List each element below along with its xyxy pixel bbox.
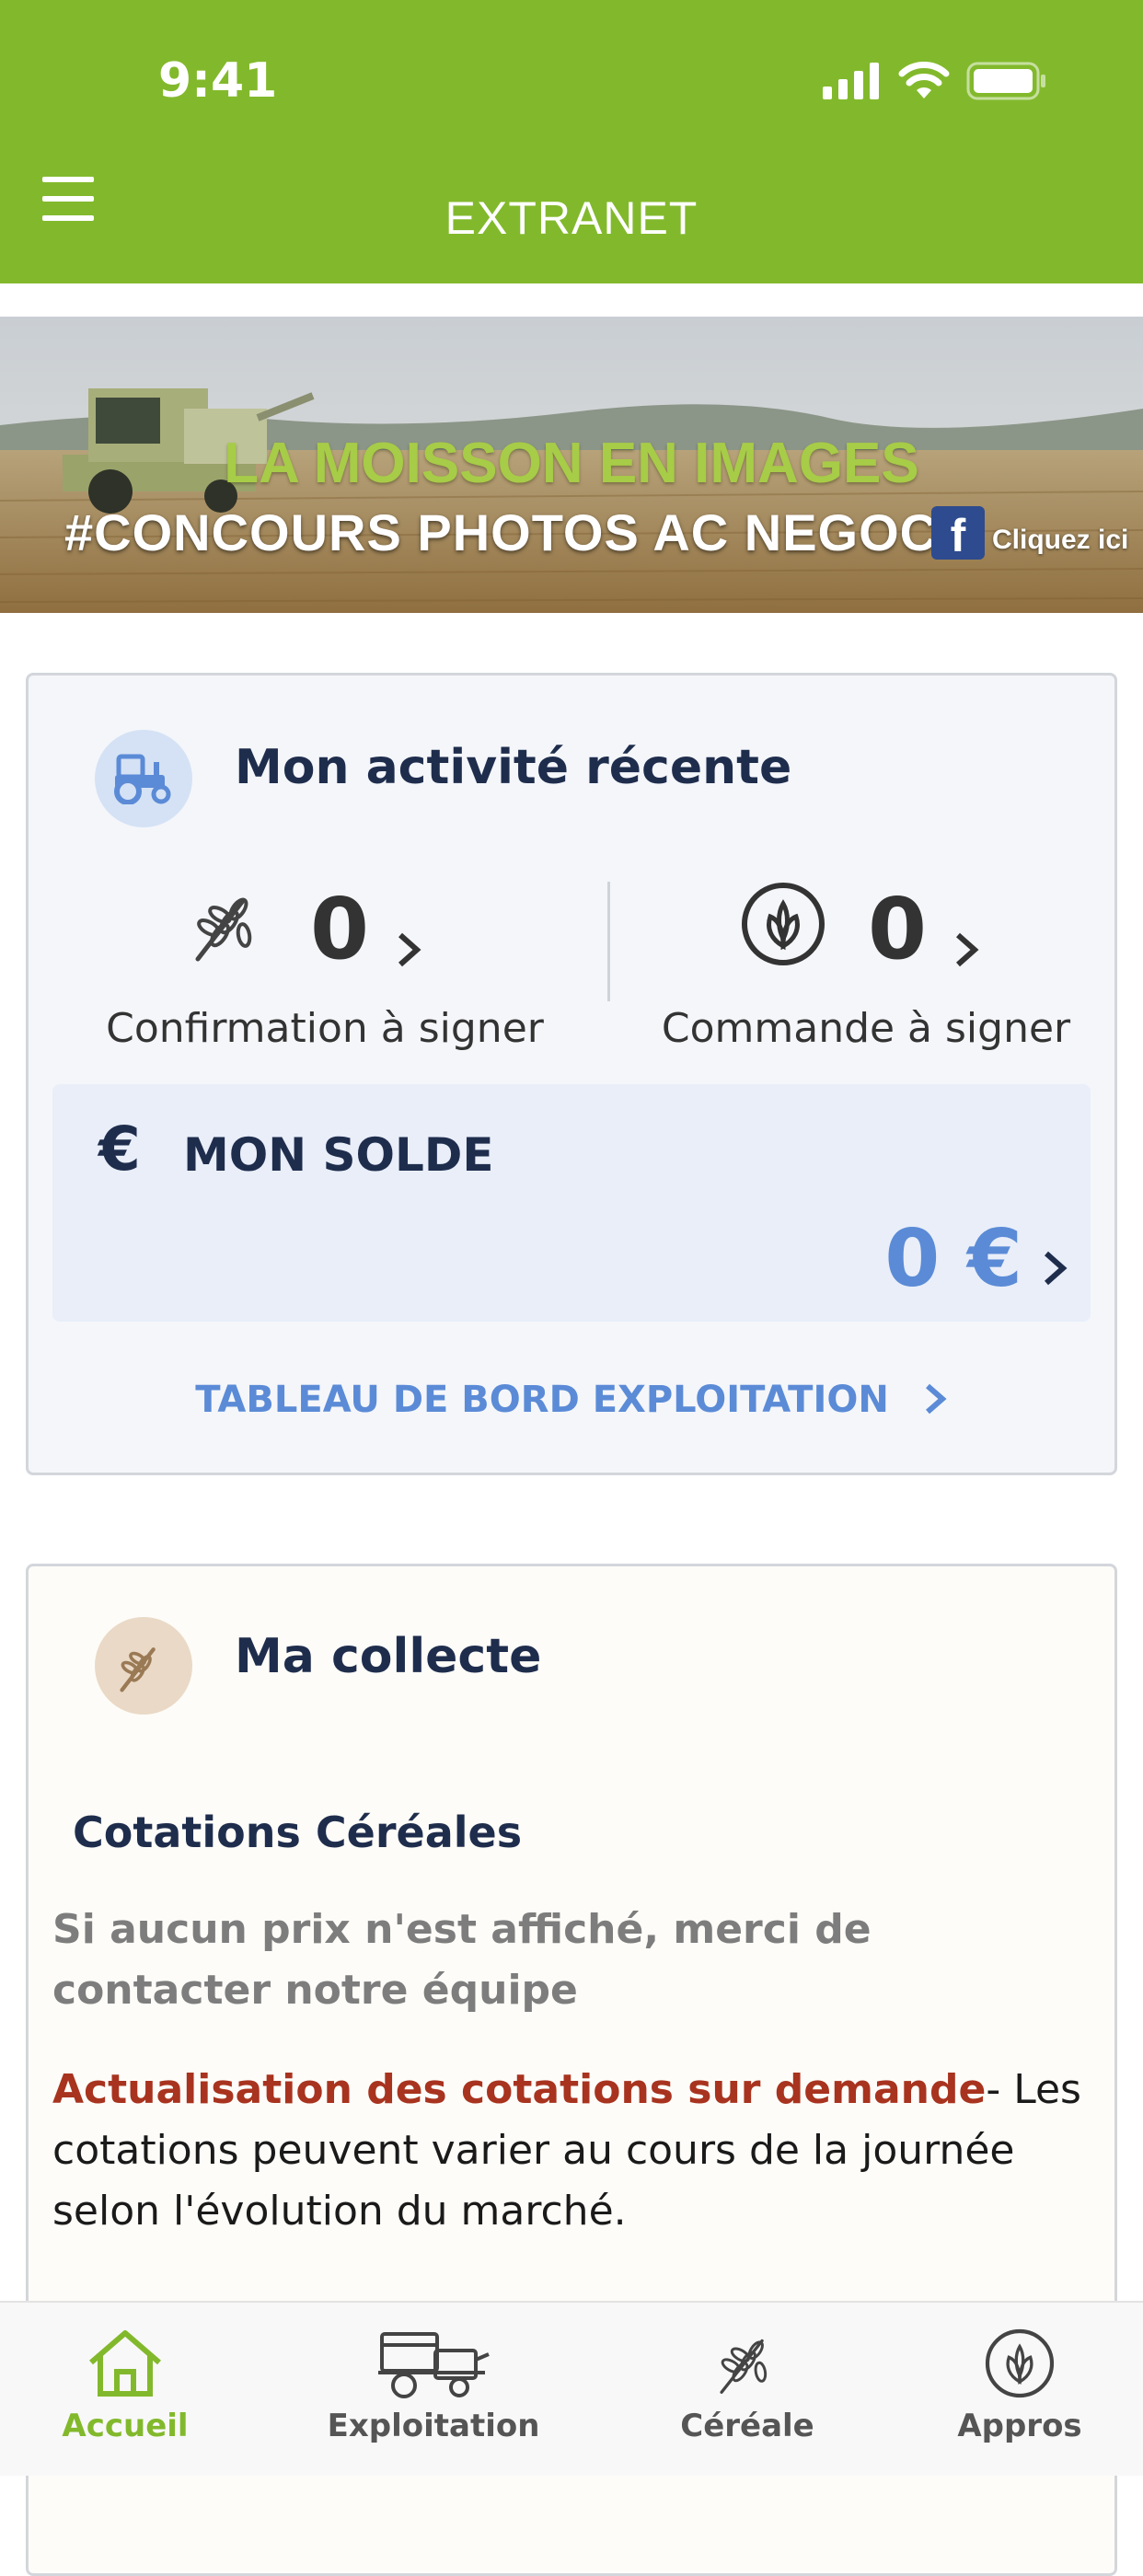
signal-icon: [823, 63, 879, 99]
chevron-right-icon[interactable]: [393, 930, 424, 970]
wheat-icon: [95, 1617, 192, 1715]
balance-panel[interactable]: € MON SOLDE 0 €: [52, 1084, 1091, 1322]
status-icons: [823, 61, 1047, 101]
home-icon: [86, 2327, 165, 2400]
cotations-title: Cotations Céréales: [73, 1808, 523, 1857]
euro-icon: €: [98, 1114, 141, 1184]
banner-title: LA MOISSON EN IMAGES: [224, 432, 919, 495]
commande-label: Commande à signer: [661, 1005, 1071, 1052]
tractor-icon: [95, 730, 192, 827]
chevron-right-icon[interactable]: [1039, 1248, 1070, 1288]
balance-value: 0 €: [884, 1213, 1022, 1305]
collecte-title: Ma collecte: [235, 1629, 542, 1684]
tab-appros[interactable]: Appros: [937, 2303, 1103, 2476]
sprout-icon: [742, 883, 825, 965]
harvester-icon: [376, 2327, 491, 2400]
tab-label: Accueil: [62, 2408, 189, 2444]
battery-icon: [966, 62, 1045, 100]
promo-banner[interactable]: LA MOISSON EN IMAGES #CONCOURS PHOTOS AC…: [0, 317, 1143, 613]
confirmation-count[interactable]: 0: [310, 880, 369, 978]
facebook-icon: f: [931, 506, 985, 561]
wheat-icon: [712, 2327, 782, 2400]
banner-cta[interactable]: Cliquez ici: [992, 525, 1128, 556]
wheat-icon: [195, 897, 252, 962]
sprout-icon: [983, 2327, 1056, 2400]
dashboard-link[interactable]: TABLEAU DE BORD EXPLOITATION: [29, 1379, 1114, 1421]
confirmation-label: Confirmation à signer: [106, 1005, 544, 1052]
tab-label: Exploitation: [327, 2408, 540, 2444]
wifi-icon: [898, 62, 950, 98]
chevron-right-icon[interactable]: [951, 930, 982, 970]
activity-card: Mon activité récente 0 Confirmation à si…: [26, 673, 1117, 1475]
cotations-info: Actualisation des cotations sur demande-…: [52, 2060, 1102, 2242]
cotations-highlight: Actualisation des cotations sur demande: [52, 2066, 987, 2113]
tab-exploitation[interactable]: Exploitation: [328, 2303, 539, 2476]
stat-divider: [607, 882, 610, 1001]
tab-accueil[interactable]: Accueil: [42, 2303, 208, 2476]
tab-cereale[interactable]: Céréale: [664, 2303, 830, 2476]
app-header: 9:41 EXTRANET: [0, 0, 1143, 283]
no-price-notice: Si aucun prix n'est affiché, merci de co…: [52, 1906, 872, 2014]
banner-subtitle: #CONCOURS PHOTOS AC NEGOCE: [64, 503, 974, 561]
chevron-right-icon[interactable]: [922, 1380, 948, 1417]
page-title: EXTRANET: [444, 192, 698, 244]
activity-title: Mon activité récente: [235, 740, 792, 795]
status-time: 9:41: [158, 53, 278, 109]
tab-label: Céréale: [680, 2408, 814, 2444]
tab-label: Appros: [957, 2408, 1082, 2444]
dashboard-link-label[interactable]: TABLEAU DE BORD EXPLOITATION: [195, 1379, 889, 1421]
balance-title: MON SOLDE: [183, 1128, 494, 1182]
bottom-tab-bar: Accueil Exploitation Céréale Appros: [0, 2301, 1143, 2476]
commande-count[interactable]: 0: [868, 880, 927, 978]
